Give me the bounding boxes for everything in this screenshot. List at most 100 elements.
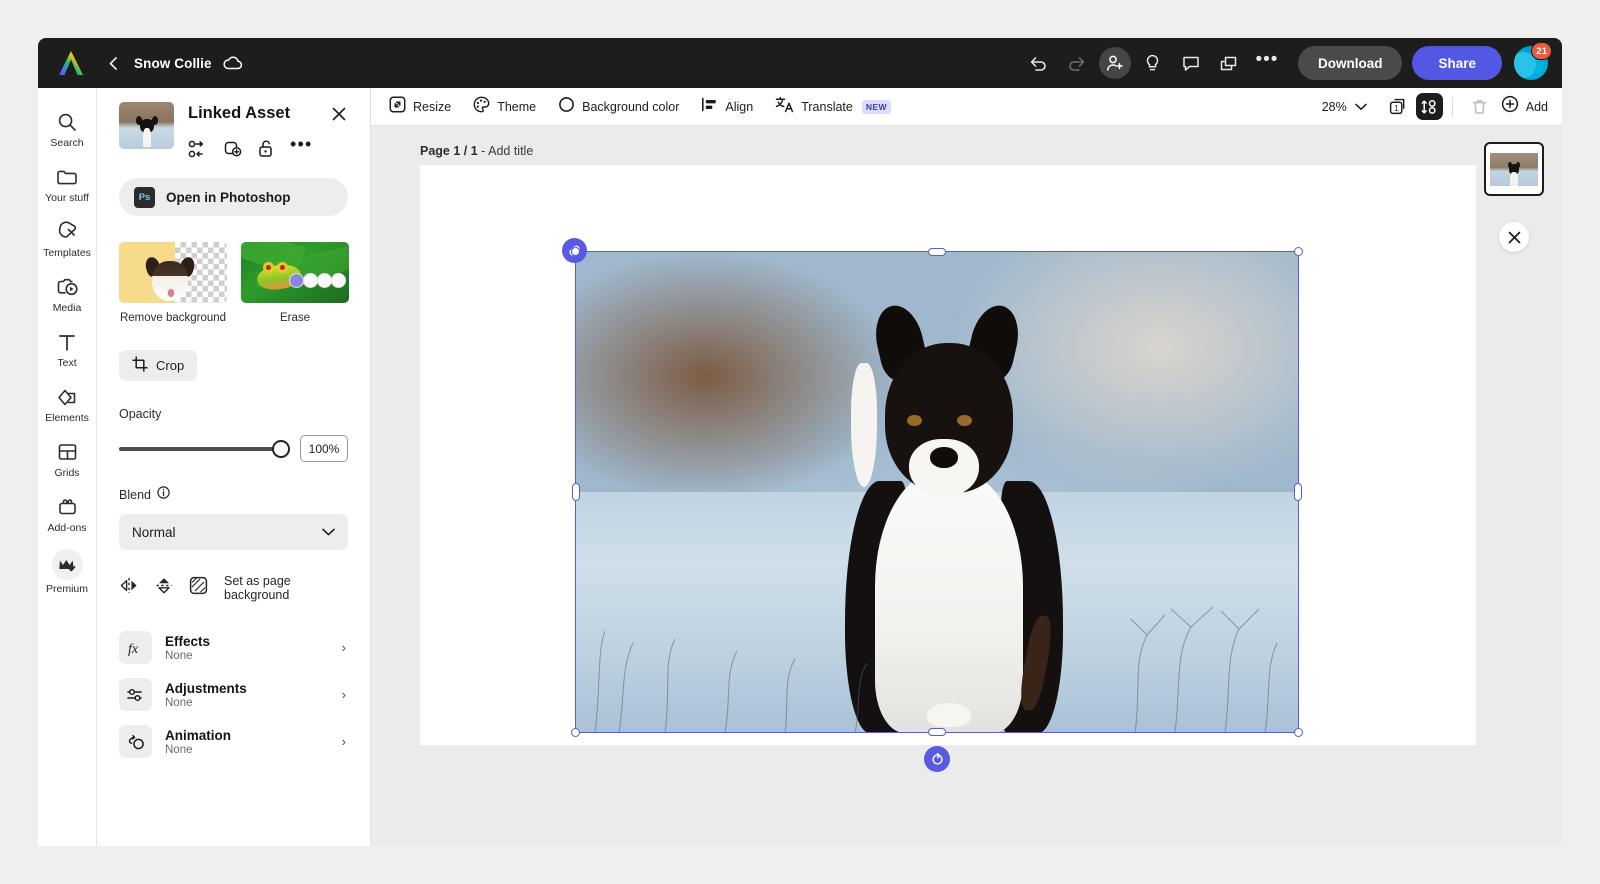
background-color-label: Background color	[582, 99, 680, 114]
opacity-row: 100%	[119, 435, 348, 462]
background-color-icon	[558, 96, 575, 118]
sidebar-item-premium[interactable]: Premium	[39, 540, 95, 601]
arrange-objects-icon[interactable]	[1415, 93, 1443, 120]
sidebar-item-templates[interactable]: Templates	[39, 210, 95, 265]
erase-preview	[241, 242, 349, 303]
canvas-area[interactable]: Page 1 / 1 - Add title	[371, 126, 1562, 846]
chevron-right-icon: ›	[341, 687, 346, 702]
theme-label: Theme	[497, 99, 537, 114]
sidebar-item-label: Templates	[43, 247, 91, 259]
crop-icon	[132, 356, 148, 375]
set-as-page-background-label[interactable]: Set as page background	[224, 574, 348, 602]
workspace: Resize Theme Background color Align Tran…	[371, 88, 1562, 846]
document-title[interactable]: Snow Collie	[134, 56, 212, 71]
flip-horizontal-icon[interactable]	[119, 577, 139, 599]
crop-button[interactable]: Crop	[119, 350, 198, 381]
zoom-control[interactable]: 28%	[1322, 98, 1367, 116]
cloud-saved-icon	[222, 52, 244, 74]
share-button[interactable]: Share	[1412, 46, 1502, 80]
erase-card[interactable]: Erase	[241, 242, 349, 324]
sidebar-item-label: Grids	[54, 467, 80, 479]
sidebar-item-elements[interactable]: Elements	[39, 375, 95, 430]
photoshop-icon: Ps	[134, 186, 155, 208]
panel-action-row: •••	[188, 134, 348, 163]
page-thumbnail-1[interactable]	[1484, 142, 1544, 196]
folder-icon	[39, 164, 95, 189]
card-label: Erase	[279, 312, 311, 324]
page-title-placeholder: - Add title	[477, 144, 534, 158]
sidebar-item-grids[interactable]: Grids	[39, 430, 95, 485]
comment-icon[interactable]	[1175, 47, 1207, 79]
slider-knob[interactable]	[272, 439, 290, 458]
invite-user-icon[interactable]	[1098, 47, 1131, 79]
linked-asset-thumbnail[interactable]	[119, 102, 174, 149]
opacity-value-field[interactable]: 100%	[300, 435, 348, 462]
blend-mode-select[interactable]: Normal	[119, 514, 348, 550]
text-icon	[39, 329, 95, 354]
translate-tool[interactable]: Translate NEW	[775, 96, 891, 118]
blend-label: Blend	[119, 488, 151, 502]
sidebar-item-add-ons[interactable]: Add-ons	[39, 485, 95, 540]
animation-icon	[119, 725, 152, 758]
effects-subtitle: None	[165, 649, 193, 662]
more-options-icon[interactable]: •••	[1251, 47, 1283, 79]
add-button[interactable]: Add	[1501, 95, 1548, 118]
open-in-photoshop-button[interactable]: Ps Open in Photoshop	[119, 178, 348, 216]
theme-tool[interactable]: Theme	[473, 96, 536, 118]
remove-background-card[interactable]: Remove background	[119, 242, 227, 324]
unlock-asset-icon[interactable]	[258, 139, 274, 158]
chevron-down-icon	[322, 523, 335, 541]
page-title: Linked Asset	[188, 104, 291, 122]
linked-asset-panel: Linked Asset ••• Ps Open in Photoshop Re…	[97, 88, 371, 846]
chevron-right-icon: ›	[341, 734, 346, 749]
close-icon[interactable]	[328, 103, 350, 125]
download-button[interactable]: Download	[1297, 46, 1403, 80]
effects-title: Effects	[165, 633, 211, 649]
replace-asset-icon[interactable]	[188, 140, 207, 158]
user-avatar[interactable]: 21	[1514, 42, 1552, 80]
add-plus-icon	[1501, 95, 1519, 118]
back-button[interactable]	[100, 50, 126, 76]
redo-icon[interactable]	[1061, 47, 1093, 79]
info-icon[interactable]	[157, 486, 170, 504]
resize-tool[interactable]: Resize	[389, 96, 451, 118]
sidebar-item-search[interactable]: Search	[39, 100, 95, 155]
adjustments-subtitle: None	[165, 696, 193, 709]
ideas-lightbulb-icon[interactable]	[1137, 47, 1169, 79]
animation-row[interactable]: Animation None ›	[119, 718, 348, 765]
duplicate-pages-icon[interactable]	[1213, 47, 1245, 79]
page-label[interactable]: Page 1 / 1 - Add title	[420, 144, 533, 158]
more-options-icon[interactable]: •••	[290, 134, 313, 163]
translate-label: Translate	[801, 99, 853, 114]
quick-action-cards: Remove background Erase	[119, 242, 349, 324]
theme-palette-icon	[473, 96, 490, 118]
page-count-icon[interactable]: 1	[1385, 93, 1412, 120]
adobe-express-logo[interactable]	[56, 49, 86, 77]
close-panel-button[interactable]	[1499, 222, 1529, 252]
sidebar-item-media[interactable]: Media	[39, 265, 95, 320]
animation-subtitle: None	[165, 743, 193, 756]
page-sheet[interactable]	[420, 165, 1476, 772]
notification-badge[interactable]: 21	[1531, 42, 1552, 60]
sidebar-item-text[interactable]: Text	[39, 320, 95, 375]
background-color-tool[interactable]: Background color	[558, 96, 679, 118]
sidebar-item-your-stuff[interactable]: Your stuff	[39, 155, 95, 210]
duplicate-asset-icon[interactable]	[223, 140, 242, 158]
effects-row[interactable]: fx Effects None ›	[119, 624, 348, 671]
add-label: Add	[1525, 99, 1548, 114]
flip-vertical-icon[interactable]	[155, 576, 173, 600]
rotate-handle-icon[interactable]	[924, 746, 950, 772]
grids-icon	[39, 439, 95, 464]
resize-icon	[389, 96, 406, 118]
canvas-image[interactable]	[575, 251, 1299, 733]
align-icon	[701, 97, 718, 117]
align-tool[interactable]: Align	[701, 97, 753, 117]
adjustments-row[interactable]: Adjustments None ›	[119, 671, 348, 718]
animation-text: Animation None	[152, 728, 342, 756]
templates-icon	[39, 219, 95, 244]
sidebar-item-label: Add-ons	[47, 522, 87, 534]
set-as-page-background-icon[interactable]	[189, 576, 208, 600]
premium-crown-icon	[51, 549, 83, 580]
undo-icon[interactable]	[1023, 47, 1055, 79]
opacity-slider[interactable]	[119, 439, 290, 459]
